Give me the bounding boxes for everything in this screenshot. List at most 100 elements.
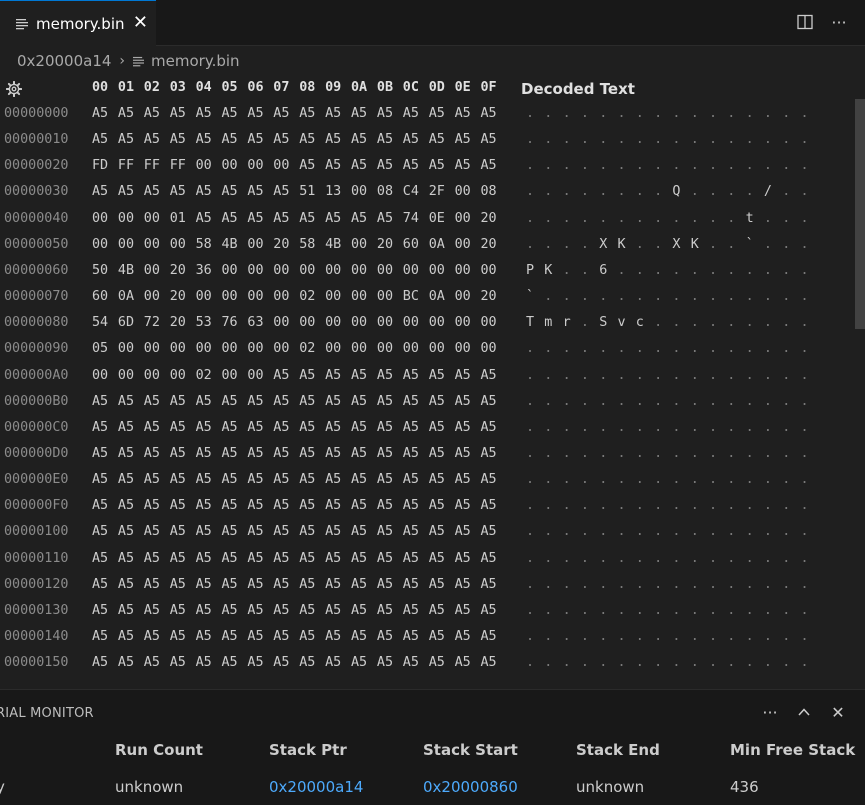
decoded-char[interactable]: .	[764, 551, 772, 566]
decoded-char[interactable]: .	[782, 315, 790, 330]
hex-byte[interactable]: A5	[429, 106, 445, 121]
hex-byte[interactable]: A5	[429, 368, 445, 383]
hex-byte[interactable]: 13	[325, 184, 341, 199]
decoded-char[interactable]: .	[581, 420, 589, 435]
hex-byte[interactable]: A5	[351, 629, 367, 644]
hex-byte[interactable]: A5	[481, 577, 497, 592]
decoded-char[interactable]: .	[672, 577, 680, 592]
hex-byte[interactable]: A5	[299, 577, 315, 592]
hex-byte[interactable]: FF	[144, 158, 160, 173]
hex-byte[interactable]: A5	[377, 577, 393, 592]
hex-byte[interactable]: A5	[92, 446, 108, 461]
decoded-char[interactable]: .	[672, 446, 680, 461]
hex-byte[interactable]: A5	[403, 446, 419, 461]
hex-byte[interactable]: 00	[377, 341, 393, 356]
hex-byte[interactable]: A5	[351, 524, 367, 539]
hex-byte[interactable]: A5	[144, 577, 160, 592]
decoded-char[interactable]: .	[764, 472, 772, 487]
decoded-char[interactable]: .	[764, 446, 772, 461]
decoded-char[interactable]: .	[764, 368, 772, 383]
hex-byte[interactable]: 00	[247, 237, 263, 252]
hex-byte[interactable]: A5	[170, 655, 186, 670]
decoded-char[interactable]: .	[691, 629, 699, 644]
decoded-char[interactable]: .	[563, 158, 571, 173]
decoded-char[interactable]: .	[544, 158, 552, 173]
hex-byte[interactable]: A5	[325, 132, 341, 147]
hex-byte[interactable]: A5	[429, 498, 445, 513]
hex-byte[interactable]: A5	[481, 132, 497, 147]
hex-byte[interactable]: A5	[351, 655, 367, 670]
hex-byte[interactable]: A5	[299, 498, 315, 513]
decoded-char[interactable]: .	[782, 263, 790, 278]
decoded-char[interactable]: .	[764, 524, 772, 539]
decoded-char[interactable]: .	[801, 446, 809, 461]
hex-byte[interactable]: 00	[481, 263, 497, 278]
decoded-char[interactable]: .	[782, 394, 790, 409]
hex-byte[interactable]: 76	[222, 315, 238, 330]
decoded-char[interactable]: .	[581, 472, 589, 487]
decoded-char[interactable]: .	[727, 472, 735, 487]
hex-byte[interactable]: 00	[273, 341, 289, 356]
hex-byte[interactable]: A5	[455, 158, 471, 173]
decoded-char[interactable]: .	[764, 394, 772, 409]
decoded-char[interactable]: Q	[672, 184, 680, 199]
hex-byte[interactable]: A5	[196, 498, 212, 513]
decoded-char[interactable]: .	[709, 368, 717, 383]
hex-byte[interactable]: A5	[118, 577, 134, 592]
hex-byte[interactable]: 00	[455, 315, 471, 330]
decoded-char[interactable]: .	[672, 551, 680, 566]
decoded-char[interactable]: .	[691, 472, 699, 487]
decoded-char[interactable]: .	[636, 368, 644, 383]
hex-byte[interactable]: A5	[351, 106, 367, 121]
decoded-char[interactable]: .	[618, 106, 626, 121]
hex-byte[interactable]: A5	[118, 394, 134, 409]
hex-byte[interactable]: 00	[481, 341, 497, 356]
decoded-char[interactable]: .	[727, 263, 735, 278]
decoded-char[interactable]: .	[563, 237, 571, 252]
hex-byte[interactable]: A5	[403, 158, 419, 173]
hex-byte[interactable]: 00	[247, 263, 263, 278]
hex-byte[interactable]: 0A	[429, 289, 445, 304]
hex-byte[interactable]: A5	[247, 629, 263, 644]
hex-byte[interactable]: A5	[144, 498, 160, 513]
hex-byte[interactable]: A5	[481, 158, 497, 173]
panel-title[interactable]: RIAL MONITOR	[0, 706, 94, 721]
hex-byte[interactable]: 00	[144, 289, 160, 304]
decoded-char[interactable]: .	[764, 420, 772, 435]
decoded-char[interactable]: .	[801, 472, 809, 487]
decoded-char[interactable]: .	[636, 289, 644, 304]
decoded-char[interactable]: .	[544, 289, 552, 304]
decoded-char[interactable]: .	[636, 629, 644, 644]
decoded-char[interactable]: /	[764, 184, 772, 199]
decoded-char[interactable]: .	[782, 498, 790, 513]
decoded-char[interactable]: .	[746, 551, 754, 566]
decoded-char[interactable]: .	[782, 158, 790, 173]
decoded-char[interactable]: .	[801, 603, 809, 618]
hex-byte[interactable]: A5	[170, 420, 186, 435]
decoded-char[interactable]: .	[526, 577, 534, 592]
hex-byte[interactable]: A5	[196, 629, 212, 644]
decoded-char[interactable]: .	[563, 603, 571, 618]
hex-byte[interactable]: A5	[273, 106, 289, 121]
decoded-char[interactable]: .	[581, 132, 589, 147]
hex-byte[interactable]: A5	[273, 524, 289, 539]
decoded-char[interactable]: .	[691, 420, 699, 435]
decoded-char[interactable]: .	[691, 106, 699, 121]
hex-byte[interactable]: A5	[403, 551, 419, 566]
hex-byte[interactable]: 00	[247, 341, 263, 356]
hex-byte[interactable]: 02	[299, 341, 315, 356]
hex-byte[interactable]: 00	[325, 315, 341, 330]
decoded-char[interactable]: c	[636, 315, 644, 330]
decoded-char[interactable]: .	[618, 368, 626, 383]
decoded-char[interactable]: .	[636, 211, 644, 226]
hex-byte[interactable]: A5	[325, 603, 341, 618]
hex-byte[interactable]: BC	[403, 289, 419, 304]
hex-byte[interactable]: A5	[144, 184, 160, 199]
hex-byte[interactable]: A5	[455, 629, 471, 644]
hex-byte[interactable]: A5	[196, 132, 212, 147]
decoded-char[interactable]: .	[581, 394, 589, 409]
decoded-char[interactable]: .	[544, 655, 552, 670]
decoded-char[interactable]: .	[801, 237, 809, 252]
decoded-char[interactable]: .	[526, 106, 534, 121]
hex-byte[interactable]: 00	[299, 263, 315, 278]
